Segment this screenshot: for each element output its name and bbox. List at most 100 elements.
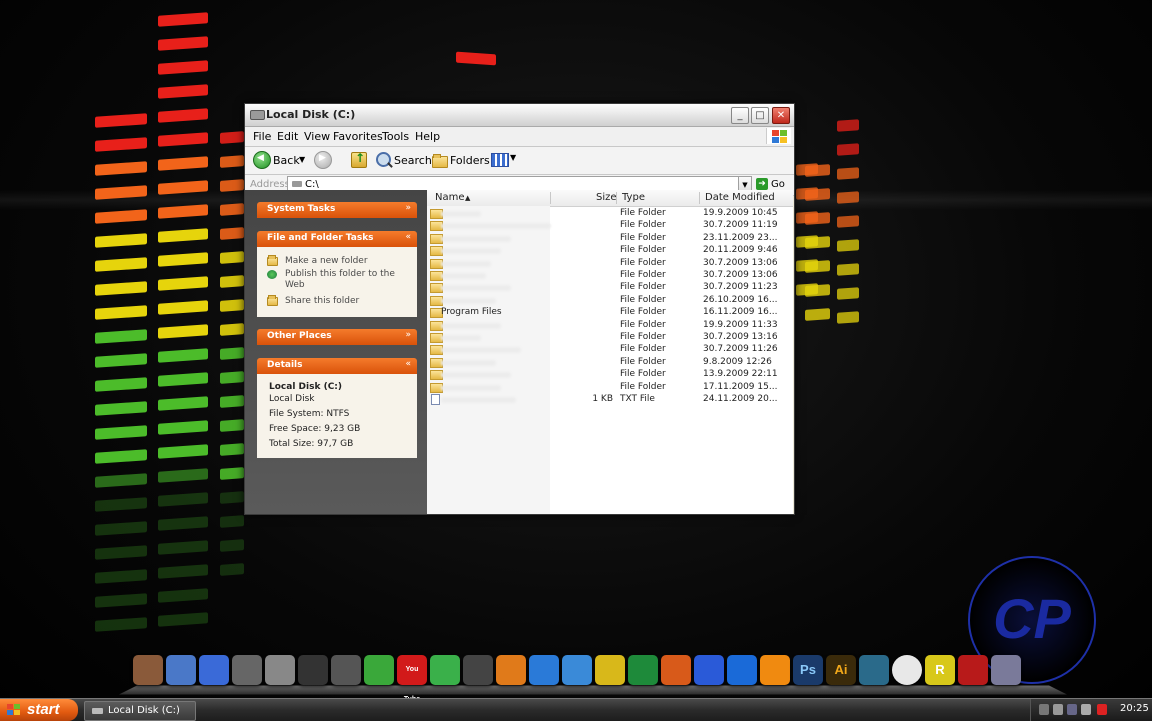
chevron-up-icon[interactable]: « <box>405 232 411 242</box>
forward-arrow-icon[interactable] <box>314 151 332 169</box>
table-row[interactable]: File Folder 26.10.2009 16... <box>427 295 793 307</box>
media-player-icon[interactable] <box>727 655 757 685</box>
folders-button[interactable]: Folders <box>450 154 490 167</box>
tray-network-icon[interactable] <box>1039 704 1049 715</box>
blurred-name <box>441 384 501 391</box>
go-arrow-icon[interactable]: ➜ <box>756 178 768 190</box>
maximize-button[interactable]: □ <box>751 107 769 124</box>
safari-icon[interactable] <box>562 655 592 685</box>
illustrator-icon[interactable]: Ai <box>826 655 856 685</box>
wifi-icon[interactable] <box>463 655 493 685</box>
views-icon[interactable] <box>491 153 509 167</box>
menu-view[interactable]: View <box>304 130 330 143</box>
row-type: File Folder <box>620 344 666 355</box>
start-button[interactable]: start <box>0 699 78 721</box>
table-row[interactable]: File Folder 30.7.2009 11:26 <box>427 344 793 356</box>
table-row[interactable]: File Folder 30.7.2009 13:06 <box>427 270 793 282</box>
tools-icon[interactable] <box>331 655 361 685</box>
table-row[interactable]: File Folder 30.7.2009 11:19 <box>427 220 793 232</box>
table-row[interactable]: File Folder 13.9.2009 22:11 <box>427 369 793 381</box>
window-icon[interactable] <box>991 655 1021 685</box>
tray-antivirus-icon[interactable] <box>1097 704 1107 715</box>
chevron-down-icon[interactable]: » <box>405 203 411 213</box>
youtube-icon[interactable]: You Tube <box>397 655 427 703</box>
table-row[interactable]: File Folder 20.11.2009 9:46 <box>427 245 793 257</box>
clock-icon[interactable] <box>892 655 922 685</box>
word-icon[interactable] <box>694 655 724 685</box>
publish-folder-link[interactable]: Publish this folder to the Web <box>285 269 395 291</box>
blurred-name <box>441 285 511 292</box>
toolbar: Back ▼ Search Folders ▼ <box>245 147 794 175</box>
messenger-icon[interactable] <box>430 655 460 685</box>
back-dropdown-icon[interactable]: ▼ <box>299 155 305 164</box>
row-date: 19.9.2009 11:33 <box>703 319 778 330</box>
file-list[interactable]: Name ▲ Size Type Date Modified File Fold… <box>427 190 793 514</box>
menu-edit[interactable]: Edit <box>277 130 298 143</box>
tray-volume-icon[interactable] <box>1053 704 1063 715</box>
music-icon[interactable] <box>265 655 295 685</box>
column-size[interactable]: Size <box>596 192 617 203</box>
tray-device-icon[interactable] <box>1067 704 1077 715</box>
menu-favorites[interactable]: Favorites <box>333 130 383 143</box>
table-row[interactable]: 1 KB TXT File 24.11.2009 20... <box>427 394 793 406</box>
chrome-icon[interactable] <box>595 655 625 685</box>
clock[interactable]: 20:25 <box>1120 703 1149 714</box>
notes-icon[interactable] <box>199 655 229 685</box>
dvd-icon[interactable] <box>298 655 328 685</box>
table-row[interactable]: File Folder 30.7.2009 13:16 <box>427 332 793 344</box>
taskbar-item-local-disk[interactable]: Local Disk (C:) <box>84 701 196 721</box>
make-new-folder-link[interactable]: Make a new folder <box>285 256 368 266</box>
up-folder-icon[interactable] <box>351 151 367 168</box>
vlc-icon[interactable] <box>760 655 790 685</box>
search-button[interactable]: Search <box>394 154 432 167</box>
ie-icon[interactable] <box>529 655 559 685</box>
tray-usb-icon[interactable] <box>1081 704 1091 715</box>
column-name[interactable]: Name <box>435 192 465 203</box>
table-row[interactable]: File Folder 19.9.2009 10:45 <box>427 208 793 220</box>
close-button[interactable]: ✕ <box>772 107 790 124</box>
search-icon[interactable] <box>376 152 391 167</box>
share-folder-link[interactable]: Share this folder <box>285 296 359 306</box>
menu-help[interactable]: Help <box>415 130 440 143</box>
details-header[interactable]: Details « <box>257 358 417 374</box>
window-titlebar[interactable]: Local Disk (C:) _ □ ✕ <box>245 104 794 127</box>
table-row[interactable]: File Folder 30.7.2009 13:06 <box>427 258 793 270</box>
network-icon[interactable] <box>166 655 196 685</box>
minimize-button[interactable]: _ <box>731 107 749 124</box>
explorer-window[interactable]: Local Disk (C:) _ □ ✕ File Edit View Fav… <box>244 103 795 515</box>
pen-icon[interactable] <box>859 655 889 685</box>
rainlendar-icon[interactable]: R <box>925 655 955 685</box>
system-tasks-header[interactable]: System Tasks » <box>257 202 417 218</box>
column-divider[interactable] <box>699 192 700 204</box>
file-folder-tasks-header[interactable]: File and Folder Tasks « <box>257 231 417 247</box>
menu-file[interactable]: File <box>253 130 271 143</box>
back-button[interactable]: Back <box>273 154 300 167</box>
table-row[interactable]: File Folder 23.11.2009 23... <box>427 233 793 245</box>
table-row[interactable]: File Folder 19.9.2009 11:33 <box>427 320 793 332</box>
column-type[interactable]: Type <box>622 192 645 203</box>
game-icon[interactable] <box>958 655 988 685</box>
photoshop-icon[interactable]: Ps <box>793 655 823 685</box>
chevron-down-icon[interactable]: » <box>405 330 411 340</box>
media-icon[interactable] <box>232 655 262 685</box>
other-places-header[interactable]: Other Places » <box>257 329 417 345</box>
table-row[interactable]: File Folder 17.11.2009 15... <box>427 382 793 394</box>
chevron-up-icon[interactable]: « <box>405 359 411 369</box>
trash-icon[interactable] <box>133 655 163 685</box>
back-arrow-icon[interactable] <box>253 151 271 169</box>
folders-icon[interactable] <box>432 154 448 168</box>
firefox-icon[interactable] <box>496 655 526 685</box>
table-row[interactable]: File Folder 9.8.2009 12:26 <box>427 357 793 369</box>
table-row[interactable]: Program Files File Folder 16.11.2009 16... <box>427 307 793 319</box>
column-divider[interactable] <box>616 192 617 204</box>
go-button[interactable]: Go <box>771 179 785 190</box>
excel-icon[interactable] <box>628 655 658 685</box>
views-dropdown-icon[interactable]: ▼ <box>510 153 516 162</box>
powerpoint-icon[interactable] <box>661 655 691 685</box>
column-divider[interactable] <box>550 192 551 204</box>
equalizer-segment <box>837 143 859 156</box>
table-row[interactable]: File Folder 30.7.2009 11:23 <box>427 282 793 294</box>
column-date-modified[interactable]: Date Modified <box>705 192 775 203</box>
utorrent-icon[interactable] <box>364 655 394 685</box>
menu-tools[interactable]: Tools <box>382 130 409 143</box>
